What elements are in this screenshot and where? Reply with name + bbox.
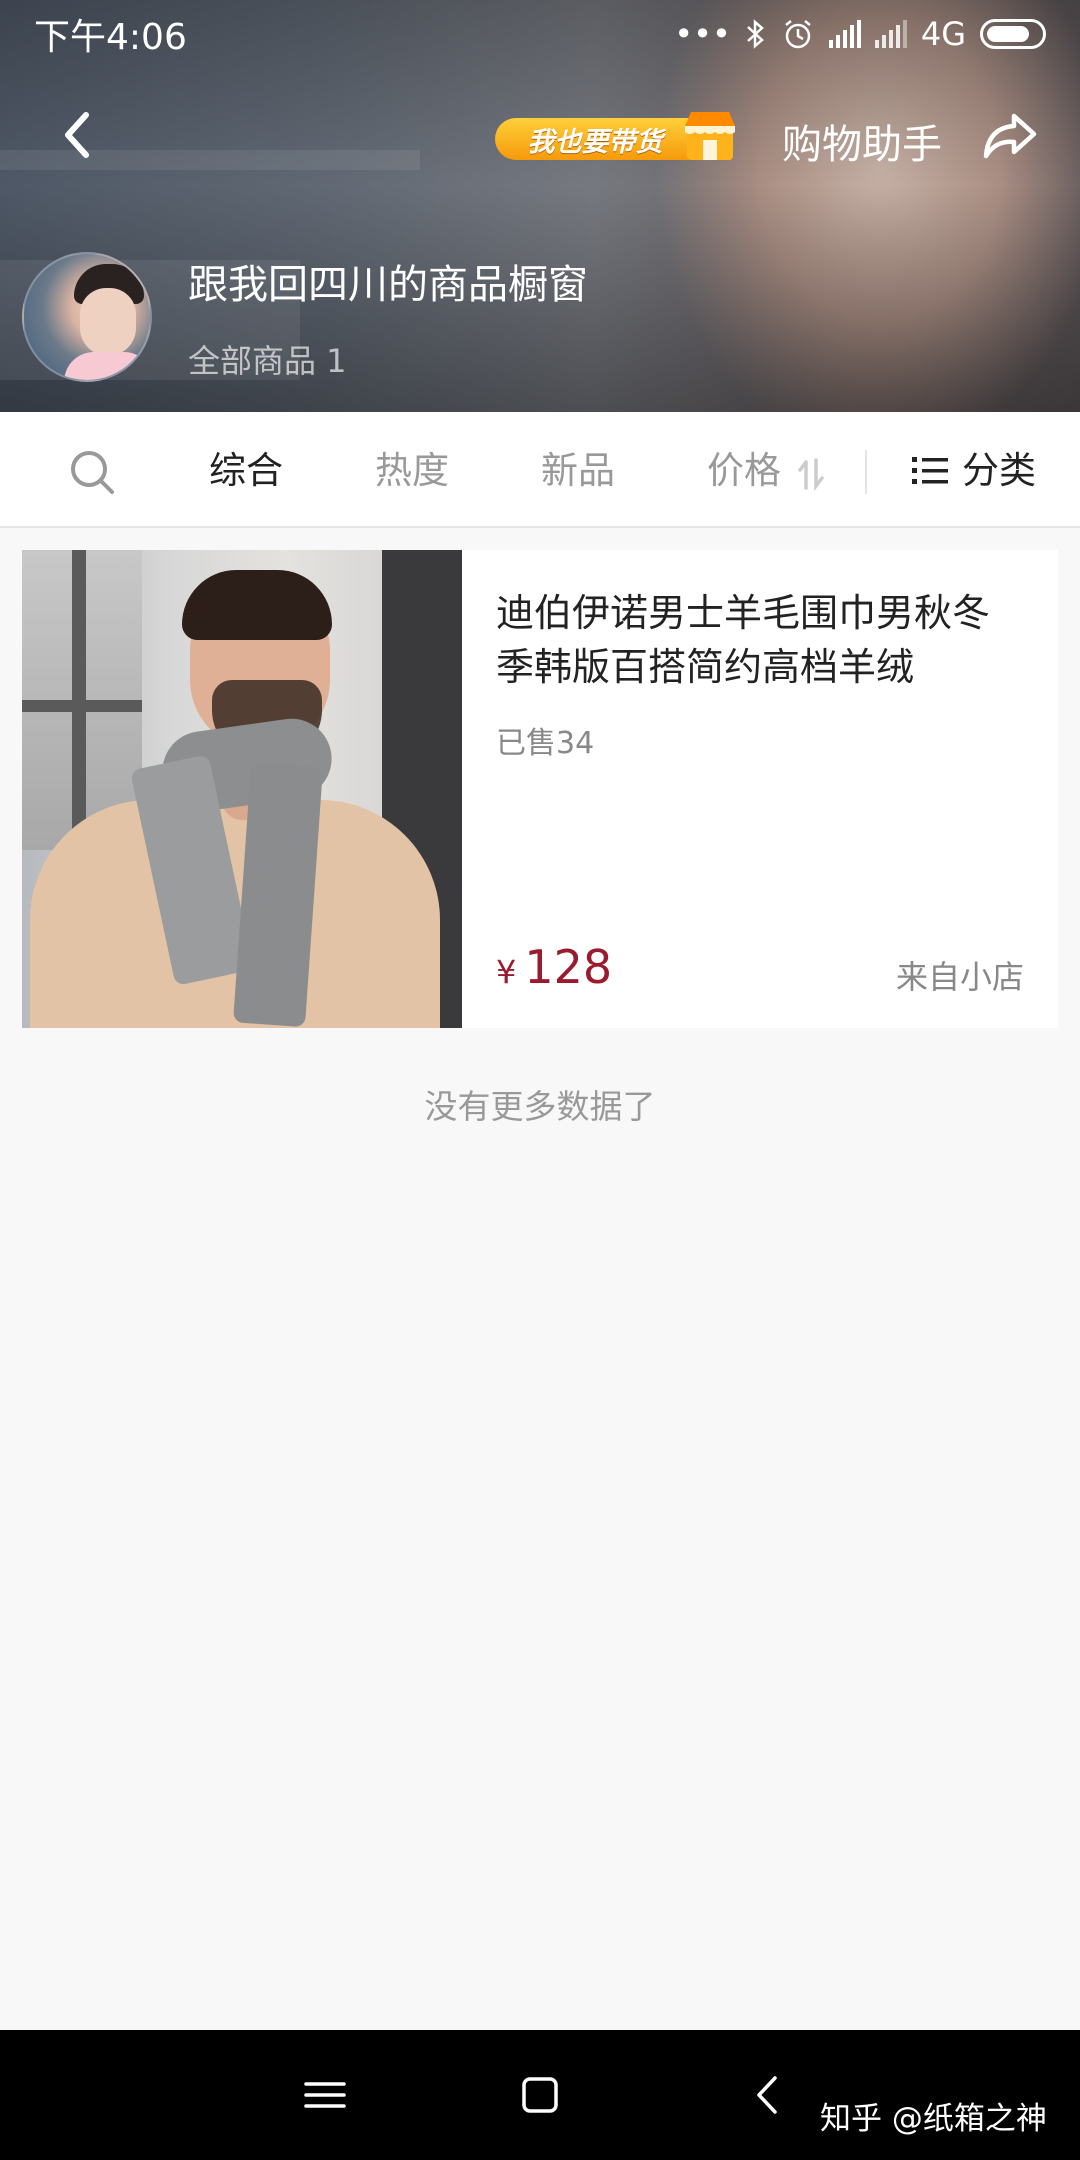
status-time: 下午4:06 [34,17,187,58]
product-source: 来自小店 [895,958,1024,996]
category-label: 分类 [962,449,1036,492]
signal-icon [874,20,907,48]
store-title: 跟我回四川的商品橱窗 [188,262,588,308]
search-button[interactable] [68,448,116,496]
tab-comprehensive[interactable]: 综合 [209,452,283,489]
alarm-icon [785,20,811,49]
top-nav: 我也要带货 购物助手 [0,100,1080,170]
shop-icon [685,112,735,160]
bluetooth-icon [746,19,764,49]
product-title: 迪伯伊诺男士羊毛围巾男秋冬季韩版百搭简约高档羊绒 [496,591,991,689]
store-info: 跟我回四川的商品橱窗 全部商品 1 [22,252,1062,387]
filter-bar: 综合 热度 新品 价格 分类 [0,412,1080,528]
product-sold-count: 已售34 [496,726,595,761]
shopping-assistant-button[interactable]: 购物助手 [782,112,942,170]
search-icon [71,451,114,494]
store-header: 下午4:06 ••• 4G 我也要带货 购物助手 跟我回四川的商品橱窗 全部商品… [0,0,1080,412]
end-of-list-text: 没有更多数据了 [424,1087,656,1126]
more-dots-icon: ••• [674,15,731,53]
battery-icon [980,19,1046,49]
promo-badge-label: 我也要带货 [495,118,695,160]
back-icon [65,112,89,158]
share-icon [983,113,1037,159]
watermark: 知乎 @纸箱之神 [820,2101,1047,2137]
promo-badge[interactable]: 我也要带货 [495,104,740,166]
back-nav-icon[interactable] [745,2070,795,2120]
list-icon [912,456,948,484]
price-amount: 128 [524,940,613,994]
home-icon[interactable] [515,2070,565,2120]
back-button[interactable] [50,108,104,162]
sort-icon [798,458,824,492]
product-price: ¥ 128 [496,940,612,994]
share-button[interactable] [980,106,1038,164]
store-avatar[interactable] [22,252,152,382]
product-card[interactable]: 迪伯伊诺男士羊毛围巾男秋冬季韩版百搭简约高档羊绒 已售34 ¥ 128 来自小店 [22,550,1058,1028]
network-type: 4G [920,15,966,53]
category-button[interactable]: 分类 [912,452,1036,489]
filter-divider [865,450,867,494]
tab-new[interactable]: 新品 [541,452,615,489]
tab-popularity[interactable]: 热度 [375,452,449,489]
menu-icon[interactable] [300,2070,350,2120]
product-image [22,550,462,1028]
status-bar: 下午4:06 ••• 4G [0,0,1080,68]
signal-icon [828,20,861,48]
price-currency: ¥ [496,953,517,991]
tab-price[interactable]: 价格 [707,452,781,489]
status-icons: ••• 4G [674,15,1046,53]
store-product-count: 全部商品 1 [188,342,347,380]
